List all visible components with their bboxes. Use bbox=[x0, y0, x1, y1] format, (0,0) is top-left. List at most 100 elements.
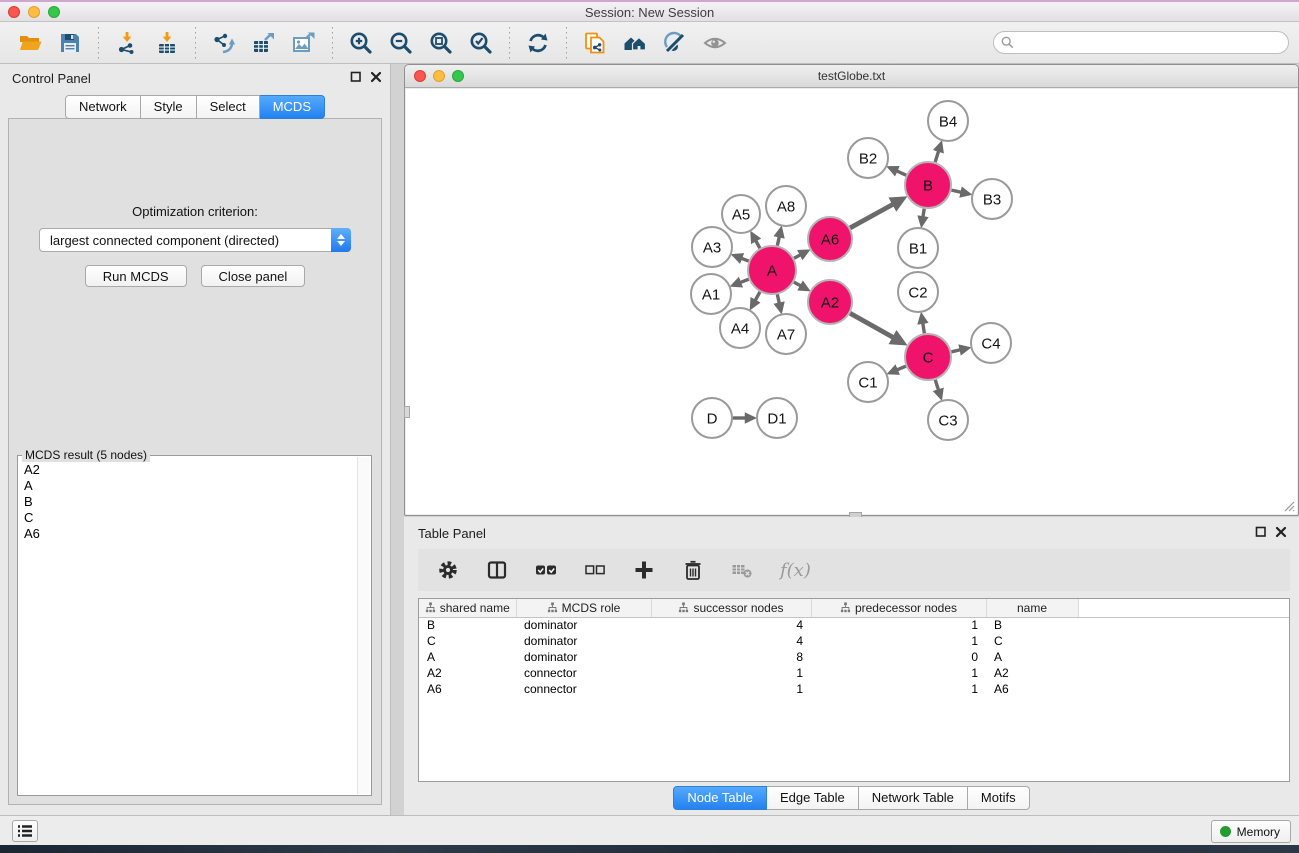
table-row[interactable]: Bdominator41B bbox=[419, 617, 1289, 633]
graph-edge-C-C4[interactable] bbox=[951, 350, 960, 352]
graph-edge-A-A2[interactable] bbox=[794, 282, 801, 286]
add-entry-plus-icon[interactable] bbox=[633, 559, 655, 581]
tab-select[interactable]: Select bbox=[197, 95, 260, 119]
export-network-button[interactable] bbox=[209, 27, 239, 59]
float-panel-icon[interactable] bbox=[350, 71, 362, 83]
open-session-button[interactable] bbox=[15, 27, 45, 59]
export-image-button[interactable] bbox=[289, 27, 319, 59]
graph-edge-C-C2[interactable] bbox=[923, 323, 925, 333]
tab-mcds[interactable]: MCDS bbox=[260, 95, 325, 119]
table-cell[interactable]: 1 bbox=[651, 665, 811, 681]
tab-style[interactable]: Style bbox=[141, 95, 197, 119]
graph-node-A3[interactable]: A3 bbox=[692, 227, 732, 267]
result-item[interactable]: A bbox=[24, 478, 356, 494]
tab-node-table[interactable]: Node Table bbox=[673, 786, 767, 810]
result-item[interactable]: A2 bbox=[24, 462, 356, 478]
graphics-details-button[interactable] bbox=[660, 27, 690, 59]
table-cell[interactable]: connector bbox=[516, 681, 651, 697]
table-cell[interactable]: C bbox=[986, 633, 1078, 649]
table-cell[interactable]: B bbox=[419, 617, 516, 633]
result-item[interactable]: B bbox=[24, 494, 356, 510]
tab-network-table[interactable]: Network Table bbox=[859, 786, 968, 810]
optimization-criterion-select[interactable]: largest connected component (directed) bbox=[39, 228, 351, 252]
graph-node-A5[interactable]: A5 bbox=[722, 195, 760, 233]
graph-edge-B-B2[interactable] bbox=[896, 171, 906, 175]
table-cell[interactable]: dominator bbox=[516, 649, 651, 665]
graph-node-A7[interactable]: A7 bbox=[766, 314, 806, 354]
graph-edge-C-C1[interactable] bbox=[897, 366, 906, 370]
deselect-all-icon[interactable] bbox=[584, 559, 606, 581]
first-neighbors-button[interactable] bbox=[620, 27, 650, 59]
close-panel-icon[interactable] bbox=[370, 71, 382, 83]
graph-edge-A-A4[interactable] bbox=[755, 292, 760, 301]
table-cell[interactable]: 1 bbox=[651, 681, 811, 697]
table-cell[interactable]: C bbox=[419, 633, 516, 649]
graph-edge-A-A7[interactable] bbox=[777, 294, 779, 303]
function-builder-icon[interactable]: f(x) bbox=[780, 560, 811, 581]
table-cell[interactable]: dominator bbox=[516, 633, 651, 649]
graph-edge-C-C3[interactable] bbox=[935, 380, 938, 390]
table-cell[interactable]: 1 bbox=[811, 681, 986, 697]
graph-node-A[interactable]: A bbox=[748, 246, 796, 294]
table-cell[interactable]: A2 bbox=[986, 665, 1078, 681]
graph-edge-B-B1[interactable] bbox=[923, 209, 924, 217]
graph-edge-A-A3[interactable] bbox=[741, 258, 748, 261]
table-cell[interactable]: 0 bbox=[811, 649, 986, 665]
select-all-icon[interactable] bbox=[535, 559, 557, 581]
table-cell[interactable]: 4 bbox=[651, 617, 811, 633]
close-panel-button[interactable]: Close panel bbox=[201, 265, 306, 287]
graph-node-C4[interactable]: C4 bbox=[971, 323, 1011, 363]
table-settings-gear-icon[interactable] bbox=[437, 559, 459, 581]
memory-button[interactable]: Memory bbox=[1211, 820, 1291, 843]
graph-edge-A2-C[interactable] bbox=[850, 313, 894, 338]
column-header-predecessor-nodes[interactable]: predecessor nodes bbox=[811, 599, 986, 617]
graph-node-B3[interactable]: B3 bbox=[972, 179, 1012, 219]
import-table-button[interactable] bbox=[152, 27, 182, 59]
table-cell[interactable]: 1 bbox=[811, 617, 986, 633]
graph-edge-A-A1[interactable] bbox=[740, 279, 749, 282]
table-cell[interactable]: dominator bbox=[516, 617, 651, 633]
graph-node-B1[interactable]: B1 bbox=[898, 228, 938, 268]
graph-node-A1[interactable]: A1 bbox=[691, 274, 731, 314]
apply-layout-button[interactable] bbox=[523, 27, 553, 59]
export-table-button[interactable] bbox=[249, 27, 279, 59]
graph-node-C[interactable]: C bbox=[905, 334, 951, 380]
graph-node-B[interactable]: B bbox=[905, 162, 951, 208]
table-cell[interactable]: B bbox=[986, 617, 1078, 633]
result-item[interactable]: C bbox=[24, 510, 356, 526]
graph-edge-A-A8[interactable] bbox=[777, 237, 779, 246]
graph-node-C2[interactable]: C2 bbox=[898, 272, 938, 312]
visibility-button[interactable] bbox=[700, 27, 730, 59]
graph-edge-A-A6[interactable] bbox=[794, 255, 801, 259]
table-row[interactable]: Cdominator41C bbox=[419, 633, 1289, 649]
table-cell[interactable]: A bbox=[986, 649, 1078, 665]
table-cell[interactable]: A6 bbox=[986, 681, 1078, 697]
table-cell[interactable]: A2 bbox=[419, 665, 516, 681]
table-cell[interactable]: connector bbox=[516, 665, 651, 681]
save-session-button[interactable] bbox=[55, 27, 85, 59]
table-cell[interactable]: 4 bbox=[651, 633, 811, 649]
delete-table-icon[interactable] bbox=[731, 559, 753, 581]
table-cell[interactable]: A bbox=[419, 649, 516, 665]
zoom-selected-button[interactable] bbox=[466, 27, 496, 59]
tab-network[interactable]: Network bbox=[65, 95, 141, 119]
zoom-fit-button[interactable] bbox=[426, 27, 456, 59]
result-item[interactable]: A6 bbox=[24, 526, 356, 542]
delete-entry-trash-icon[interactable] bbox=[682, 559, 704, 581]
graph-node-A8[interactable]: A8 bbox=[766, 186, 806, 226]
graph-node-C1[interactable]: C1 bbox=[848, 362, 888, 402]
table-cell[interactable]: 1 bbox=[811, 665, 986, 681]
table-row[interactable]: Adominator80A bbox=[419, 649, 1289, 665]
graph-node-A6[interactable]: A6 bbox=[808, 217, 852, 261]
zoom-in-button[interactable] bbox=[346, 27, 376, 59]
graph-edge-B-B4[interactable] bbox=[935, 151, 939, 162]
graph-node-D[interactable]: D bbox=[692, 398, 732, 438]
duplicate-network-button[interactable] bbox=[580, 27, 610, 59]
column-header-MCDS-role[interactable]: MCDS role bbox=[516, 599, 651, 617]
graph-node-A2[interactable]: A2 bbox=[808, 280, 852, 324]
graph-node-A4[interactable]: A4 bbox=[720, 308, 760, 348]
tab-edge-table[interactable]: Edge Table bbox=[767, 786, 859, 810]
tab-motifs[interactable]: Motifs bbox=[968, 786, 1030, 810]
graph-node-D1[interactable]: D1 bbox=[757, 398, 797, 438]
graph-node-B2[interactable]: B2 bbox=[848, 138, 888, 178]
